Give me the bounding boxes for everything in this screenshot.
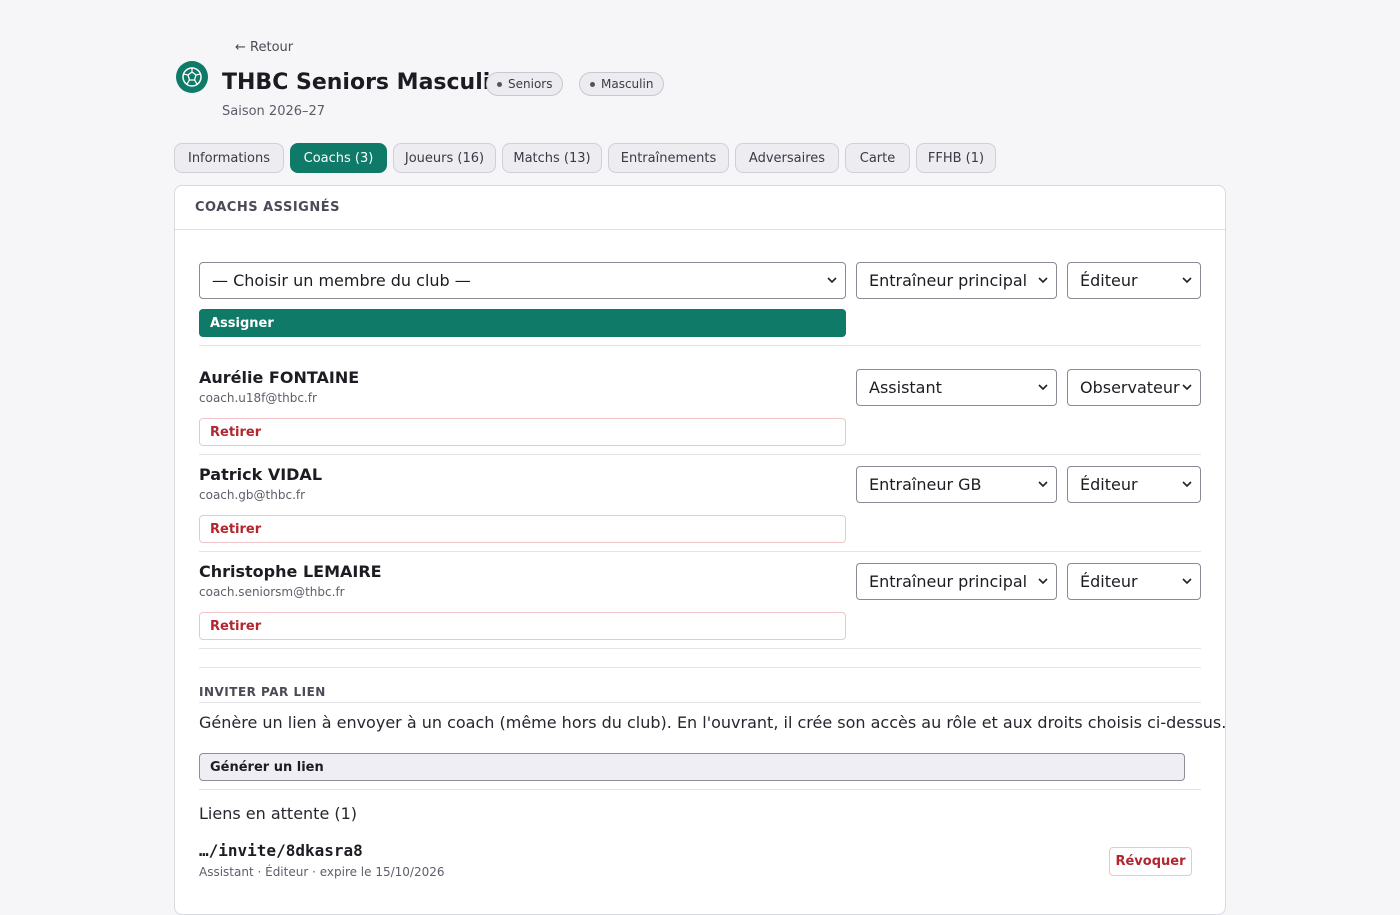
tab-informations[interactable]: Informations <box>174 143 284 173</box>
member-select-value: — Choisir un membre du club — <box>212 271 471 290</box>
chevron-down-icon <box>1182 384 1192 391</box>
gender-badge: Masculin <box>579 72 665 96</box>
category-badge: Seniors <box>486 72 564 96</box>
role-select[interactable]: Entraîneur principal <box>856 262 1057 299</box>
invite-description: Génère un lien à envoyer à un coach (mêm… <box>199 713 1226 732</box>
coach-rights-select[interactable]: Éditeur <box>1067 466 1201 503</box>
coach-role-select[interactable]: Assistant <box>856 369 1057 406</box>
tab-coachs[interactable]: Coachs (3) <box>290 143 387 173</box>
coach-email: coach.gb@thbc.fr <box>199 488 306 502</box>
coach-role-select[interactable]: Entraîneur principal <box>856 563 1057 600</box>
chevron-down-icon <box>1038 578 1048 585</box>
coach-role-select[interactable]: Entraîneur GB <box>856 466 1057 503</box>
coach-rights-select[interactable]: Éditeur <box>1067 563 1201 600</box>
divider <box>199 551 1201 552</box>
coach-rights-value: Éditeur <box>1080 572 1138 591</box>
club-logo <box>176 61 208 93</box>
coach-name: Christophe LEMAIRE <box>199 562 382 581</box>
chevron-down-icon <box>827 277 837 284</box>
back-link[interactable]: ← Retour <box>235 40 293 55</box>
divider <box>199 667 1201 668</box>
rights-select[interactable]: Éditeur <box>1067 262 1201 299</box>
remove-coach-button[interactable]: Retirer <box>199 418 846 446</box>
tab-entrainements[interactable]: Entraînements <box>608 143 729 173</box>
revoke-link-button[interactable]: Révoquer <box>1109 847 1192 876</box>
divider <box>199 345 1201 346</box>
chevron-down-icon <box>1182 481 1192 488</box>
tab-ffhb[interactable]: FFHB (1) <box>916 143 996 173</box>
coach-name: Patrick VIDAL <box>199 465 323 484</box>
divider <box>199 789 1201 790</box>
coach-rights-value: Observateur <box>1080 378 1180 397</box>
member-select[interactable]: — Choisir un membre du club — <box>199 262 846 299</box>
card-header: COACHS ASSIGNÉS <box>175 186 1225 230</box>
tab-adversaires[interactable]: Adversaires <box>735 143 839 173</box>
divider <box>199 454 1201 455</box>
divider <box>199 648 1201 649</box>
tab-matchs[interactable]: Matchs (13) <box>502 143 602 173</box>
coach-role-value: Entraîneur GB <box>869 475 982 494</box>
invite-link: …/invite/8dkasra8 <box>199 841 363 860</box>
rights-select-value: Éditeur <box>1080 271 1138 290</box>
coach-email: coach.u18f@thbc.fr <box>199 391 317 405</box>
card-title: COACHS ASSIGNÉS <box>195 200 340 215</box>
role-select-value: Entraîneur principal <box>869 271 1028 290</box>
invite-link-meta: Assistant · Éditeur · expire le 15/10/20… <box>199 865 445 879</box>
pending-links-title: Liens en attente (1) <box>199 804 358 823</box>
badge-label: Masculin <box>601 77 654 91</box>
chevron-down-icon <box>1038 277 1048 284</box>
page-title: THBC Seniors Masculins <box>222 70 520 95</box>
remove-coach-button[interactable]: Retirer <box>199 515 846 543</box>
coach-email: coach.seniorsm@thbc.fr <box>199 585 345 599</box>
chevron-down-icon <box>1038 384 1048 391</box>
chevron-down-icon <box>1038 481 1048 488</box>
badge-dot <box>497 81 502 87</box>
team-page: ← Retour THBC Seniors Masculins Seniors … <box>0 0 1400 915</box>
badge-dot <box>590 81 595 87</box>
remove-coach-button[interactable]: Retirer <box>199 612 846 640</box>
chevron-down-icon <box>1182 578 1192 585</box>
invite-section-title: INVITER PAR LIEN <box>199 685 326 699</box>
badge-label: Seniors <box>508 77 553 91</box>
tab-joueurs[interactable]: Joueurs (16) <box>393 143 496 173</box>
coach-rights-select[interactable]: Observateur <box>1067 369 1201 406</box>
coach-role-value: Entraîneur principal <box>869 572 1028 591</box>
tab-carte[interactable]: Carte <box>845 143 910 173</box>
coach-name: Aurélie FONTAINE <box>199 368 360 387</box>
coach-rights-value: Éditeur <box>1080 475 1138 494</box>
chevron-down-icon <box>1182 277 1192 284</box>
generate-link-button[interactable]: Générer un lien <box>199 753 1185 781</box>
assign-button[interactable]: Assigner <box>199 309 846 337</box>
handball-icon <box>182 67 202 87</box>
divider <box>199 702 1201 703</box>
coaches-card: COACHS ASSIGNÉS — Choisir un membre du c… <box>174 185 1226 915</box>
coach-role-value: Assistant <box>869 378 942 397</box>
season-label: Saison 2026–27 <box>222 104 326 119</box>
